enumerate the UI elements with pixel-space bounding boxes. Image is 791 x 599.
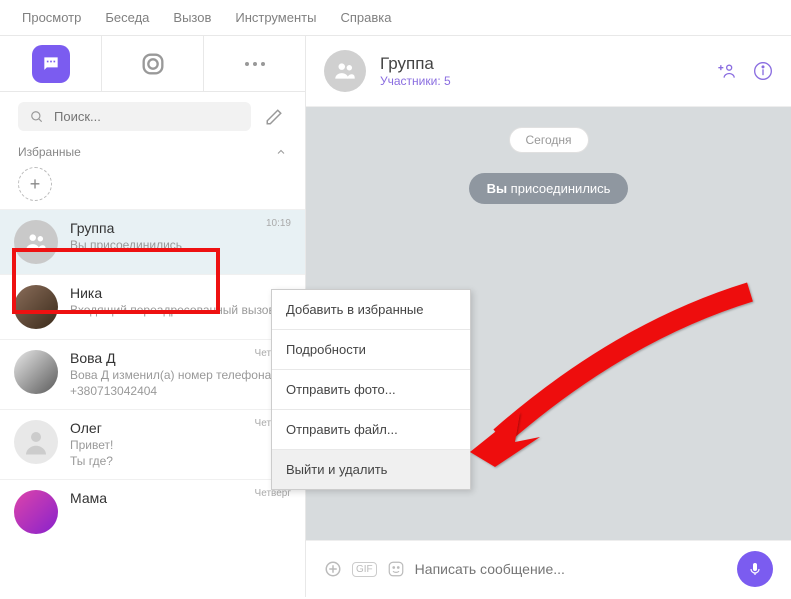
menu-conversation[interactable]: Беседа xyxy=(105,10,149,25)
chat-preview: Входящий переадресованный вызов xyxy=(70,303,291,319)
search-input-wrap[interactable] xyxy=(18,102,251,131)
avatar xyxy=(14,285,58,329)
ctx-send-file[interactable]: Отправить файл... xyxy=(272,410,470,450)
chat-title: Ника xyxy=(70,285,291,301)
ctx-add-favorite[interactable]: Добавить в избранные xyxy=(272,290,470,330)
chevron-up-icon xyxy=(275,146,287,158)
sticker-button[interactable] xyxy=(387,560,405,578)
header-title: Группа xyxy=(380,54,451,74)
chat-item-oleg[interactable]: Олег Привет! Ты где? Четверг xyxy=(0,409,305,479)
joined-pill: Вы присоединились xyxy=(469,173,629,204)
chat-preview: Привет! Ты где? xyxy=(70,438,291,469)
chat-icon xyxy=(32,45,70,83)
chat-item-mama[interactable]: Мама Четверг xyxy=(0,479,305,544)
mic-icon xyxy=(747,561,763,577)
tab-row xyxy=(0,36,305,92)
more-icon xyxy=(241,60,269,68)
add-favorite-button[interactable]: + xyxy=(18,167,52,201)
gif-button[interactable]: GIF xyxy=(352,562,377,577)
avatar xyxy=(14,490,58,534)
menu-call[interactable]: Вызов xyxy=(173,10,211,25)
ctx-send-photo[interactable]: Отправить фото... xyxy=(272,370,470,410)
left-panel: Избранные + Группа Вы присоединились 10:… xyxy=(0,36,306,597)
search-input[interactable] xyxy=(54,109,239,124)
message-input[interactable] xyxy=(415,561,727,577)
menubar: Просмотр Беседа Вызов Инструменты Справк… xyxy=(0,0,791,36)
search-icon xyxy=(30,110,44,124)
avatar xyxy=(14,420,58,464)
chat-title: Группа xyxy=(70,220,291,236)
compose-icon xyxy=(265,108,283,126)
add-participant-icon[interactable] xyxy=(713,61,737,81)
menu-view[interactable]: Просмотр xyxy=(22,10,81,25)
chat-item-vova[interactable]: Вова Д Вова Д изменил(а) номер телефона … xyxy=(0,339,305,409)
tab-more[interactable] xyxy=(204,36,305,91)
favorites-header[interactable]: Избранные xyxy=(0,141,305,165)
chat-header: Группа Участники: 5 xyxy=(306,36,791,107)
context-menu: Добавить в избранные Подробности Отправи… xyxy=(271,289,471,490)
tab-public[interactable] xyxy=(102,36,204,91)
joined-suffix: присоединились xyxy=(507,181,610,196)
chat-list: Группа Вы присоединились 10:19 Ника Вход… xyxy=(0,209,305,597)
joined-prefix: Вы xyxy=(487,181,508,196)
mic-button[interactable] xyxy=(737,551,773,587)
menu-tools[interactable]: Инструменты xyxy=(235,10,316,25)
tab-chats[interactable] xyxy=(0,36,102,91)
ctx-leave-delete[interactable]: Выйти и удалить xyxy=(272,450,470,489)
header-subtitle[interactable]: Участники: 5 xyxy=(380,74,451,88)
chat-preview: Вы присоединились xyxy=(70,238,291,254)
header-avatar-icon xyxy=(324,50,366,92)
chat-preview: Вова Д изменил(а) номер телефона на +380… xyxy=(70,368,291,399)
chat-time: 10:19 xyxy=(266,218,291,229)
info-icon[interactable] xyxy=(753,61,773,81)
attach-button[interactable] xyxy=(324,560,342,578)
compose-button[interactable] xyxy=(261,104,287,130)
date-pill: Сегодня xyxy=(509,127,589,153)
ctx-details[interactable]: Подробности xyxy=(272,330,470,370)
chat-item-nika[interactable]: Ника Входящий переадресованный вызов xyxy=(0,274,305,339)
chat-time: Четверг xyxy=(255,488,291,499)
avatar xyxy=(14,350,58,394)
chat-item-group[interactable]: Группа Вы присоединились 10:19 xyxy=(0,209,305,274)
menu-help[interactable]: Справка xyxy=(340,10,391,25)
input-bar: GIF xyxy=(306,540,791,597)
avatar-group-icon xyxy=(14,220,58,264)
favorites-label: Избранные xyxy=(18,145,81,159)
